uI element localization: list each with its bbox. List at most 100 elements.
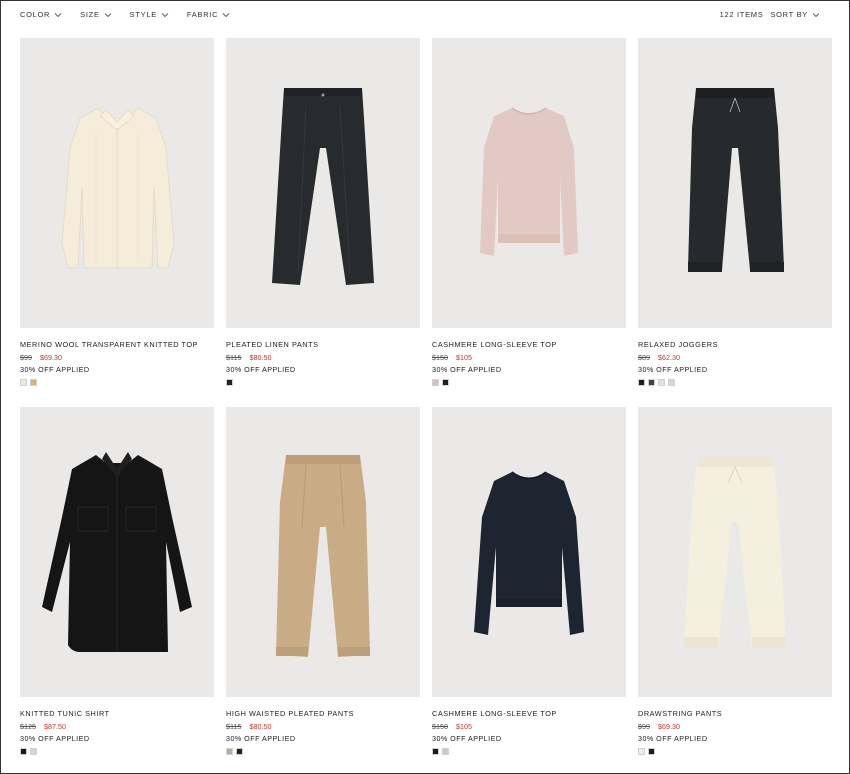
knit-top-image [61,107,175,269]
product-name[interactable]: RELAXED JOGGERS [638,340,832,349]
color-swatches [20,379,214,386]
sale-price: $105 [456,353,472,362]
color-swatches [226,379,420,386]
sort-label: SORT BY [770,10,808,19]
chevron-down-icon [161,12,169,17]
color-swatch[interactable] [226,379,233,386]
color-swatch[interactable] [226,748,233,755]
sale-price: $80.50 [249,353,272,362]
product-card[interactable]: MERINO WOOL TRANSPARENT KNITTED TOP $99 … [20,38,214,386]
color-swatch[interactable] [668,379,675,386]
tunic-shirt-image [42,452,192,652]
pleated-pants-image [276,455,370,657]
product-card[interactable]: CASHMERE LONG-SLEEVE TOP $150 $105 30% O… [432,38,626,386]
filter-size[interactable]: SIZE [80,10,111,19]
color-swatch[interactable] [638,748,645,755]
color-swatch[interactable] [20,748,27,755]
product-name[interactable]: CASHMERE LONG-SLEEVE TOP [432,709,626,718]
original-price: $125 [20,722,36,731]
chevron-down-icon [222,12,230,17]
original-price: $115 [226,353,242,362]
product-image[interactable] [20,407,214,697]
product-image[interactable] [432,38,626,328]
filter-style[interactable]: STYLE [130,10,169,19]
color-swatch[interactable] [20,379,27,386]
color-swatch[interactable] [442,379,449,386]
product-name[interactable]: CASHMERE LONG-SLEEVE TOP [432,340,626,349]
sale-price: $62.30 [658,353,680,362]
color-swatches [432,748,626,755]
sale-price: $87.50 [44,722,66,731]
color-swatches [638,379,832,386]
sale-price: $69.30 [40,353,62,362]
filter-label: COLOR [20,10,51,19]
filter-toolbar: COLOR SIZE STYLE FABRIC 122 ITEMS SORT B… [0,0,850,30]
product-name[interactable]: HIGH WAISTED PLEATED PANTS [226,709,420,718]
original-price: $99 [20,353,32,362]
price-row: $115 $80.50 [226,722,420,731]
product-name[interactable]: MERINO WOOL TRANSPARENT KNITTED TOP [20,340,214,349]
product-card[interactable]: KNITTED TUNIC SHIRT $125 $87.50 30% OFF … [20,407,214,755]
cashmere-top-pink-image [480,107,578,256]
color-swatches [226,748,420,755]
discount-label: 30% OFF APPLIED [638,365,708,374]
original-price: $115 [226,722,242,731]
filter-fabric[interactable]: FABRIC [187,10,230,19]
color-swatch[interactable] [638,379,645,386]
discount-label: 30% OFF APPLIED [432,734,502,743]
color-swatch[interactable] [30,748,37,755]
original-price: $89 [638,353,650,362]
color-swatch[interactable] [442,748,449,755]
product-image[interactable] [638,407,832,697]
original-price: $150 [432,722,448,731]
color-swatch[interactable] [432,748,439,755]
color-swatch[interactable] [236,748,243,755]
color-swatches [432,379,626,386]
color-swatch[interactable] [658,379,665,386]
product-card[interactable]: RELAXED JOGGERS $89 $62.30 30% OFF APPLI… [638,38,832,386]
filter-list: COLOR SIZE STYLE FABRIC [20,10,230,19]
discount-label: 30% OFF APPLIED [638,734,708,743]
color-swatch[interactable] [648,379,655,386]
price-row: $125 $87.50 [20,722,214,731]
discount-label: 30% OFF APPLIED [432,365,502,374]
product-card[interactable]: HIGH WAISTED PLEATED PANTS $115 $80.50 3… [226,407,420,755]
result-tools: 122 ITEMS SORT BY [720,10,820,19]
product-name[interactable]: PLEATED LINEN PANTS [226,340,420,349]
price-row: $99 $69.30 [638,722,832,731]
chevron-down-icon [54,12,62,17]
product-name[interactable]: KNITTED TUNIC SHIRT [20,709,214,718]
filter-label: FABRIC [186,10,219,19]
drawstring-pants-image [684,457,786,649]
original-price: $150 [432,353,448,362]
price-row: $115 $80.50 [226,353,420,362]
discount-label: 30% OFF APPLIED [226,734,296,743]
product-card[interactable]: PLEATED LINEN PANTS $115 $80.50 30% OFF … [226,38,420,386]
sale-price: $69.30 [658,722,680,731]
cashmere-top-navy-image [474,471,584,635]
color-swatches [638,748,832,755]
color-swatch[interactable] [648,748,655,755]
original-price: $99 [638,722,650,731]
color-swatch[interactable] [432,379,439,386]
product-image[interactable] [226,407,420,697]
discount-label: 30% OFF APPLIED [20,734,90,743]
product-image[interactable] [226,38,420,328]
linen-pants-image [272,88,374,285]
product-image[interactable] [638,38,832,328]
filter-label: SIZE [80,10,100,19]
sale-price: $105 [456,722,472,731]
chevron-down-icon [104,12,111,17]
joggers-image [688,88,784,272]
sort-dropdown[interactable]: SORT BY [770,10,820,19]
color-swatch[interactable] [30,379,37,386]
filter-color[interactable]: COLOR [20,10,62,19]
product-image[interactable] [20,38,214,328]
price-row: $99 $69.30 [20,353,214,362]
discount-label: 30% OFF APPLIED [226,365,296,374]
product-image[interactable] [432,407,626,697]
product-name[interactable]: DRAWSTRING PANTS [638,709,832,718]
product-card[interactable]: CASHMERE LONG-SLEEVE TOP $150 $105 30% O… [432,407,626,755]
price-row: $150 $105 [432,353,626,362]
product-card[interactable]: DRAWSTRING PANTS $99 $69.30 30% OFF APPL… [638,407,832,755]
